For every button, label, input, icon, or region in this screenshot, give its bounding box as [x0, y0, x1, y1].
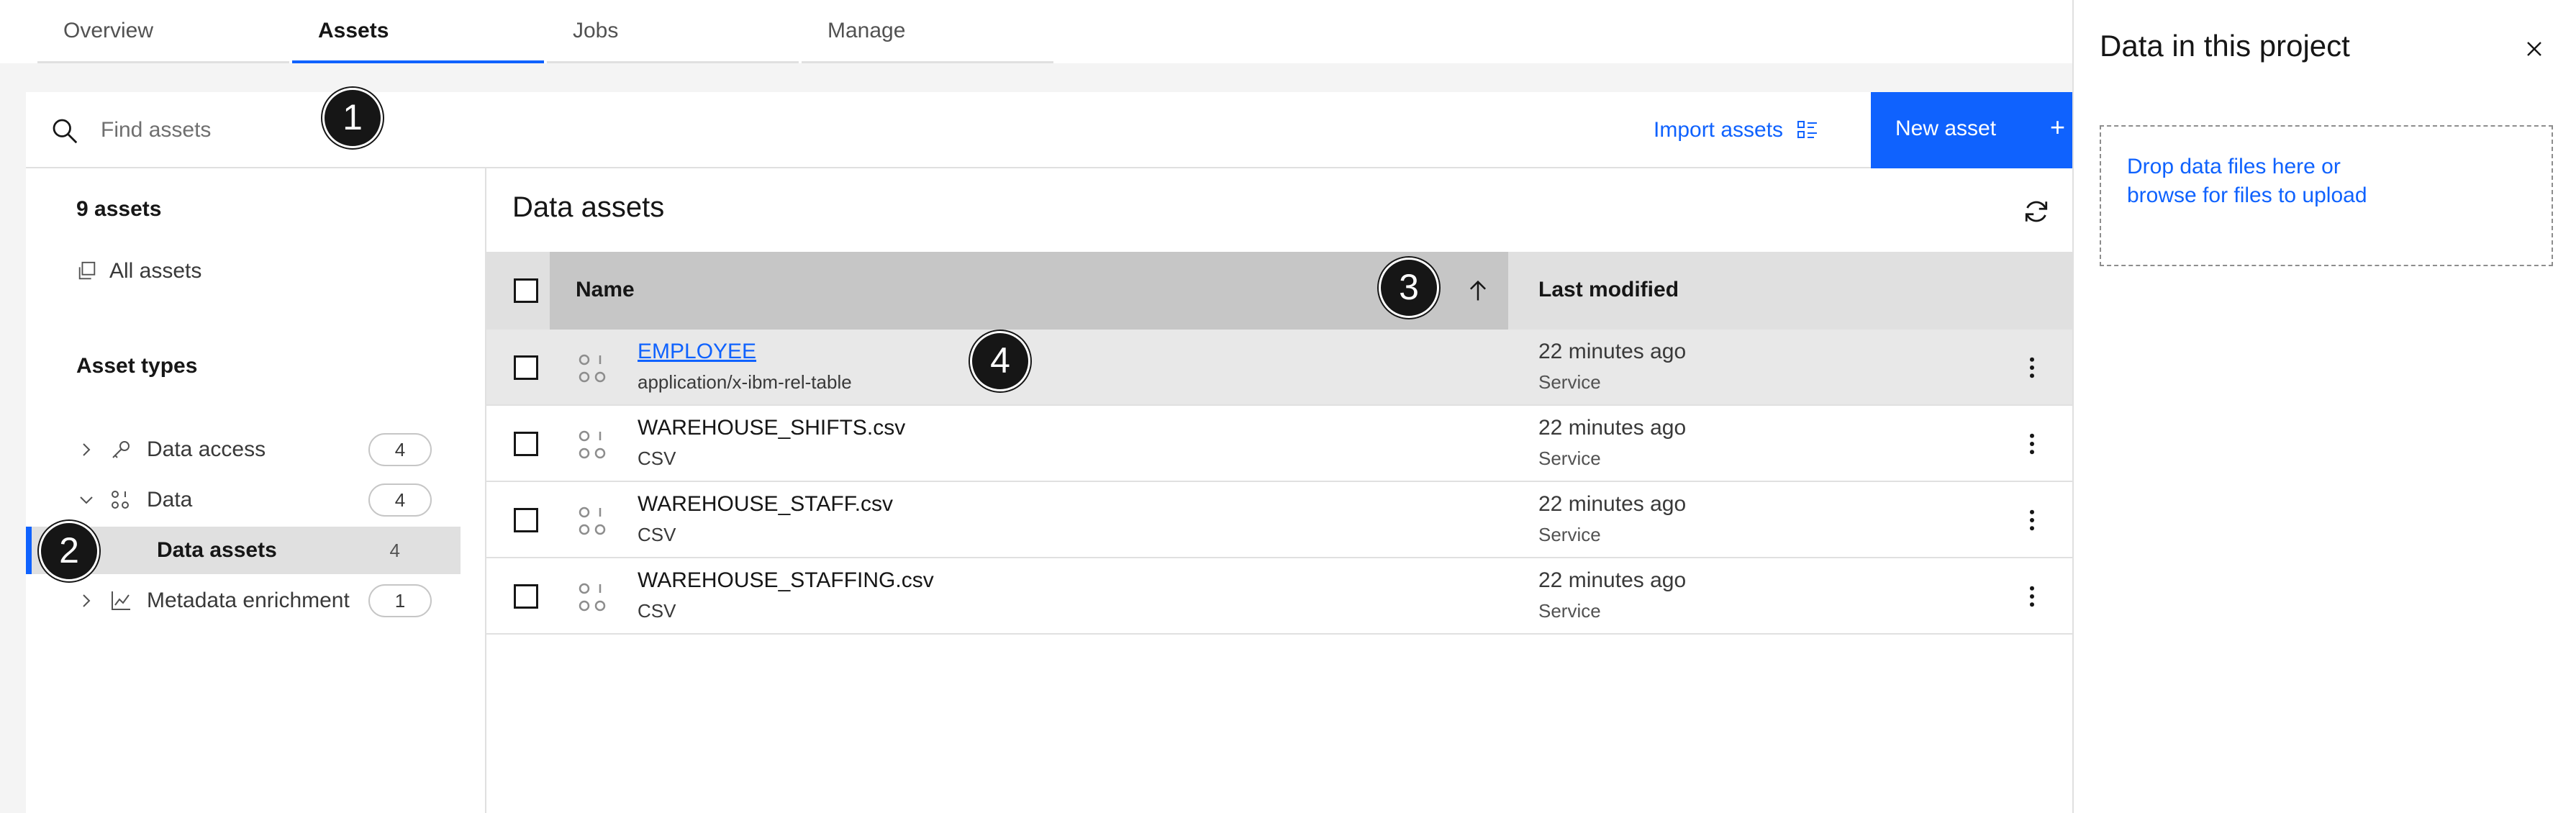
table-row[interactable]: WAREHOUSE_SHIFTS.csv CSV 22 minutes ago … [486, 406, 2072, 482]
asset-types-heading: Asset types [76, 354, 198, 378]
import-assets-button[interactable]: Import assets [1654, 108, 1819, 153]
asset-type: CSV [638, 524, 676, 545]
all-assets-label: All assets [109, 259, 202, 283]
tab-label: Assets [318, 19, 389, 42]
tab-label: Jobs [573, 19, 619, 42]
sidebar-item-metadata-enrichment[interactable]: Metadata enrichment 1 [26, 577, 461, 624]
tab-label: Manage [827, 19, 906, 42]
chevron-right-icon [83, 594, 91, 607]
sidebar-item-label: Data [147, 488, 193, 512]
data-asset-icon [579, 430, 606, 459]
new-asset-label: New asset [1895, 117, 1997, 140]
data-asset-icon [579, 354, 606, 383]
name-column-label: Name [576, 278, 635, 301]
callout-marker-4: 4 [970, 331, 1030, 391]
key-icon [112, 441, 130, 458]
modified-by: Service [1538, 371, 1601, 393]
select-all-checkbox[interactable] [514, 278, 538, 303]
row-checkbox[interactable] [514, 584, 538, 609]
item-count: 4 [389, 539, 400, 561]
close-icon[interactable] [2523, 37, 2546, 60]
callout-marker-1: 1 [322, 88, 383, 148]
new-asset-button[interactable]: New asset + [1871, 92, 2072, 168]
sidebar-item-label: Metadata enrichment [147, 589, 350, 612]
modified-time: 22 minutes ago [1538, 340, 1687, 363]
arrow-up-icon[interactable] [1465, 278, 1491, 304]
all-assets-link[interactable]: All assets [76, 259, 201, 283]
asset-type: application/x-ibm-rel-table [638, 371, 852, 393]
import-assets-label: Import assets [1654, 118, 1784, 142]
count-badge: 4 [368, 433, 432, 466]
sidebar-item-label: Data assets [157, 538, 277, 562]
asset-type: CSV [638, 448, 676, 469]
row-checkbox[interactable] [514, 432, 538, 456]
modified-time: 22 minutes ago [1538, 568, 1687, 592]
last-modified-column-label[interactable]: Last modified [1538, 278, 1679, 302]
asset-name[interactable]: WAREHOUSE_STAFFING.csv [638, 568, 934, 593]
asset-name[interactable]: WAREHOUSE_STAFF.csv [638, 492, 893, 517]
callout-marker-3: 3 [1379, 258, 1439, 318]
table-row[interactable]: WAREHOUSE_STAFFING.csv CSV 22 minutes ag… [486, 558, 2072, 635]
row-checkbox[interactable] [514, 508, 538, 532]
dropzone-text: Drop data files here or browse for files… [2127, 155, 2367, 207]
page-title: Data assets [512, 191, 665, 223]
file-dropzone[interactable]: Drop data files here or browse for files… [2100, 125, 2553, 266]
sidebar-item-data[interactable]: Data 4 [26, 476, 461, 524]
overflow-menu-icon[interactable] [2018, 430, 2046, 458]
search-icon [53, 119, 78, 144]
table-row[interactable]: EMPLOYEE application/x-ibm-rel-table 22 … [486, 330, 2072, 406]
chart-icon [112, 591, 130, 610]
tab-overview[interactable]: Overview [37, 0, 289, 63]
search-input[interactable] [101, 105, 532, 155]
modified-by: Service [1538, 600, 1601, 622]
plus-icon: + [2049, 112, 2065, 142]
tab-bar: Overview Assets Jobs Manage [0, 0, 2072, 63]
overflow-menu-icon[interactable] [2018, 582, 2046, 611]
tab-assets[interactable]: Assets [292, 0, 544, 63]
table-row[interactable]: WAREHOUSE_STAFF.csv CSV 22 minutes ago S… [486, 482, 2072, 558]
row-checkbox[interactable] [514, 355, 538, 380]
chevron-right-icon [83, 443, 91, 456]
data-in-project-panel: Data in this project Drop data files her… [2072, 0, 2576, 813]
asset-name-link[interactable]: EMPLOYEE [638, 340, 756, 364]
asset-type-sidebar: 9 assets All assets Asset types Data acc… [26, 168, 486, 813]
modified-time: 22 minutes ago [1538, 492, 1687, 516]
tab-jobs[interactable]: Jobs [547, 0, 799, 63]
asset-type: CSV [638, 600, 676, 622]
asset-name[interactable]: WAREHOUSE_SHIFTS.csv [638, 416, 905, 440]
overflow-menu-icon[interactable] [2018, 353, 2046, 382]
import-icon [1797, 121, 1818, 138]
data-assets-panel: Data assets Name Last modified EMPLOYEE … [486, 168, 2072, 813]
refresh-icon[interactable] [2022, 197, 2051, 226]
data-asset-icon [579, 583, 606, 612]
modified-by: Service [1538, 448, 1601, 469]
count-badge: 4 [368, 483, 432, 517]
copy-icon [78, 261, 96, 280]
count-badge: 1 [368, 584, 432, 617]
sidebar-item-data-access[interactable]: Data access 4 [26, 426, 461, 473]
data-icon [112, 491, 129, 509]
panel-title: Data in this project [2100, 29, 2350, 63]
tab-manage[interactable]: Manage [802, 0, 1053, 63]
overflow-menu-icon[interactable] [2018, 506, 2046, 535]
callout-marker-2: 2 [39, 521, 99, 581]
sidebar-item-label: Data access [147, 437, 266, 461]
modified-by: Service [1538, 524, 1601, 545]
modified-time: 22 minutes ago [1538, 416, 1687, 440]
table-header: Name Last modified [486, 252, 2072, 330]
name-column-header[interactable]: Name [550, 252, 1508, 330]
tab-label: Overview [63, 19, 154, 42]
chevron-down-icon [80, 496, 93, 504]
asset-count: 9 assets [76, 197, 162, 221]
data-asset-icon [579, 507, 606, 535]
